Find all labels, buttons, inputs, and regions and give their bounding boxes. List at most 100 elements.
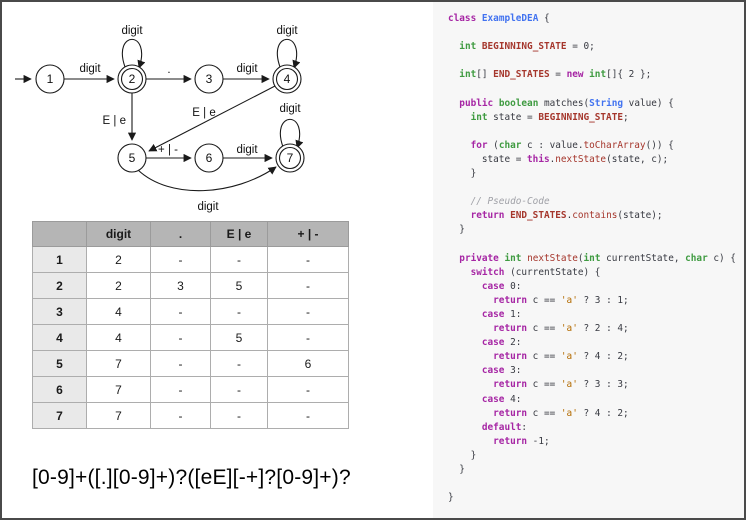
state-node-7: 7 — [276, 144, 304, 172]
code-line: return END_STATES.contains(state); — [448, 209, 744, 223]
state-node-2: 2 — [118, 65, 146, 93]
svg-text:4: 4 — [284, 72, 291, 86]
transition-cell: - — [211, 403, 268, 429]
transition-cell: - — [211, 247, 268, 273]
transition-cell: 4 — [87, 299, 151, 325]
transition-label: digit — [279, 103, 301, 115]
code-line: case 2: — [448, 336, 744, 350]
diagram-edge-labels: digit digit . digit digit E | e E | e di… — [79, 25, 301, 213]
transition-label: digit — [236, 63, 258, 75]
transition-cell: - — [151, 351, 211, 377]
code-line: class ExampleDEA { — [448, 12, 744, 26]
code-line: return c == 'a' ? 3 : 1; — [448, 294, 744, 308]
code-line: default: — [448, 421, 744, 435]
transition-cell: - — [151, 377, 211, 403]
svg-text:2: 2 — [129, 72, 136, 86]
transition-cell: 5 — [211, 273, 268, 299]
page: digit digit . digit digit E | e E | e di… — [0, 0, 746, 520]
code-line: return c == 'a' ? 4 : 2; — [448, 350, 744, 364]
table-header-row: digit . E | e + | - — [33, 222, 349, 247]
table-row: 7 7 - - - — [33, 403, 349, 429]
transition-cell: - — [151, 247, 211, 273]
svg-text:7: 7 — [287, 151, 294, 165]
code-line: int BEGINNING_STATE = 0; — [448, 40, 744, 54]
transition-cell: - — [268, 247, 349, 273]
transition-cell: 2 — [87, 273, 151, 299]
transition-cell: - — [151, 299, 211, 325]
code-line: } — [448, 463, 744, 477]
svg-text:3: 3 — [206, 72, 213, 86]
transition-cell: - — [211, 299, 268, 325]
transition-cell: - — [268, 273, 349, 299]
transition-label: E | e — [103, 115, 126, 127]
row-header: 5 — [33, 351, 87, 377]
code-line: public boolean matches(String value) { — [448, 97, 744, 111]
svg-text:5: 5 — [129, 151, 136, 165]
code-line — [448, 54, 744, 68]
table-row: 5 7 - - 6 — [33, 351, 349, 377]
transition-cell: - — [268, 377, 349, 403]
transition-label: digit — [79, 63, 101, 75]
transition-cell: - — [151, 325, 211, 351]
table-row: 4 4 - 5 - — [33, 325, 349, 351]
code-line: return c == 'a' ? 3 : 3; — [448, 378, 744, 392]
transition-cell: 5 — [211, 325, 268, 351]
row-header: 4 — [33, 325, 87, 351]
svg-text:6: 6 — [206, 151, 213, 165]
code-line: } — [448, 223, 744, 237]
state-node-6: 6 — [195, 144, 223, 172]
code-line — [448, 125, 744, 139]
code-line: switch (currentState) { — [448, 266, 744, 280]
regex-text: [0-9]+([.][0-9]+)?([eE][-+]?[0-9]+)? — [32, 466, 351, 490]
code-line: private int nextState(int currentState, … — [448, 252, 744, 266]
transition-cell: 7 — [87, 403, 151, 429]
transition-cell: - — [268, 403, 349, 429]
transition-cell: 3 — [151, 273, 211, 299]
transition-cell: 7 — [87, 351, 151, 377]
dfa-state-diagram: digit digit . digit digit E | e E | e di… — [2, 2, 434, 218]
code-line: return c == 'a' ? 2 : 4; — [448, 322, 744, 336]
transition-cell: 4 — [87, 325, 151, 351]
state-node-1: 1 — [36, 65, 64, 93]
transition-label: . — [167, 64, 170, 76]
state-node-5: 5 — [118, 144, 146, 172]
code-line: return -1; — [448, 435, 744, 449]
transition-label: digit — [276, 25, 298, 37]
column-header: . — [151, 222, 211, 247]
loop-2 — [122, 39, 141, 68]
transition-cell: - — [268, 325, 349, 351]
code-line: } — [448, 491, 744, 505]
transition-cell: 2 — [87, 247, 151, 273]
code-line: case 1: — [448, 308, 744, 322]
svg-text:1: 1 — [47, 72, 54, 86]
row-header: 1 — [33, 247, 87, 273]
code-line: state = this.nextState(state, c); — [448, 153, 744, 167]
transition-table: digit . E | e + | - 1 2 - - - 2 2 3 5 - — [32, 221, 349, 429]
transition-label: + | - — [158, 144, 178, 156]
transition-label: E | e — [192, 107, 215, 119]
column-header: E | e — [211, 222, 268, 247]
code-panel: class ExampleDEA { int BEGINNING_STATE =… — [433, 2, 744, 518]
loop-4 — [277, 39, 296, 68]
column-header: digit — [87, 222, 151, 247]
state-node-4: 4 — [273, 65, 301, 93]
transition-label: digit — [197, 201, 219, 213]
transition-cell: - — [268, 299, 349, 325]
row-header: 6 — [33, 377, 87, 403]
row-header: 3 — [33, 299, 87, 325]
code-line: } — [448, 167, 744, 181]
transition-cell: - — [211, 377, 268, 403]
code-line: case 3: — [448, 364, 744, 378]
code-line: for (char c : value.toCharArray()) { — [448, 139, 744, 153]
transition-cell: 7 — [87, 377, 151, 403]
code-line — [448, 477, 744, 491]
transition-cell: - — [211, 351, 268, 377]
transition-label: digit — [121, 25, 143, 37]
code-line: int state = BEGINNING_STATE; — [448, 111, 744, 125]
code-line: case 4: — [448, 393, 744, 407]
code-line: // Pseudo-Code — [448, 195, 744, 209]
code-line: } — [448, 449, 744, 463]
column-header: + | - — [268, 222, 349, 247]
code-line: return c == 'a' ? 4 : 2; — [448, 407, 744, 421]
row-header: 2 — [33, 273, 87, 299]
